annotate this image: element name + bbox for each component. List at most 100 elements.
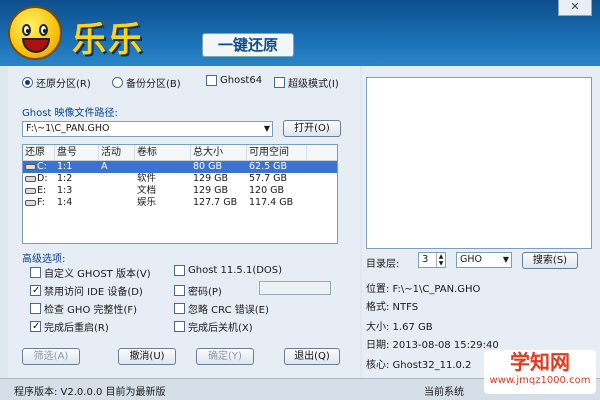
total-size: 127.7 GB [193, 197, 238, 208]
check-gho-checkbox[interactable]: 检查 GHO 完整性(F) [30, 301, 137, 316]
free-space: 57.7 GB [249, 173, 288, 184]
radio-indicator[interactable] [112, 77, 123, 88]
dir-level-value: 3 [422, 254, 429, 265]
file-format: 格式: NTFS [366, 302, 419, 313]
checkbox-box[interactable] [30, 303, 41, 314]
open-button[interactable]: 打开(O) [283, 120, 341, 137]
table-row[interactable]: F: 1:4 娱乐 127.7 GB 117.4 GB [23, 197, 337, 209]
free-space: 120 GB [249, 185, 285, 196]
checkbox-box[interactable] [30, 285, 41, 296]
col-restore: 还原 [23, 145, 55, 160]
table-row[interactable]: E: 1:3 文档 129 GB 120 GB [23, 185, 337, 197]
table-row[interactable]: C: 1:1 A 80 GB 62.5 GB [23, 161, 337, 173]
spinner-arrows-icon[interactable]: ▲ ▼ [436, 253, 445, 267]
app-subtitle: 一键还原 [202, 33, 294, 57]
title-bar: 乐乐 一键还原 ✕ [0, 0, 600, 66]
volume-label: 文档 [137, 185, 157, 196]
active-flag [99, 185, 135, 197]
col-free-space: 可用空间 [247, 145, 307, 160]
watermark-title: 学知网 [510, 350, 570, 374]
disable-ide-checkbox[interactable]: 禁用访问 IDE 设备(D) [30, 283, 143, 298]
total-size: 129 GB [193, 185, 229, 196]
extension-value: GHO [460, 254, 482, 265]
password-checkbox[interactable]: 密码(P) [174, 283, 222, 298]
search-button[interactable]: 搜索(S) [522, 252, 578, 269]
ghost-core: 核心: Ghost32_11.0.2 [366, 360, 472, 371]
checkbox-box[interactable] [174, 303, 185, 314]
disk-icon [25, 163, 36, 170]
ghost-path-label: Ghost 映像文件路径: [22, 108, 118, 119]
radio-indicator[interactable] [22, 77, 33, 88]
version-text: 程序版本: V2.0.0.0 目前为最新版 [14, 387, 166, 398]
file-date: 日期: 2013-08-08 15:29:40 [366, 340, 499, 351]
drive-letter: D: [37, 173, 48, 184]
reboot-checkbox[interactable]: 完成后重启(R) [30, 319, 109, 334]
password-input[interactable] [259, 281, 331, 295]
ignore-crc-label: 忽略 CRC 错误(E) [188, 305, 269, 316]
dropdown-arrow-icon[interactable]: ▼ [264, 122, 270, 136]
shutdown-checkbox[interactable]: 完成后关机(X) [174, 319, 253, 334]
smiley-logo-icon [8, 6, 62, 60]
col-total-size: 总大小 [191, 145, 247, 160]
table-row[interactable]: D: 1:2 软件 129 GB 57.7 GB [23, 173, 337, 185]
preview-panel [366, 77, 592, 249]
custom-ghost-checkbox[interactable]: 自定义 GHOST 版本(V) [30, 265, 151, 280]
disk-icon [25, 187, 36, 194]
volume-label: 软件 [137, 173, 157, 184]
exit-button[interactable]: 退出(Q) [284, 348, 340, 365]
watermark-url: www.jmqz1000.com [489, 375, 591, 386]
checkbox-box[interactable] [206, 75, 217, 86]
watermark-logo: 学知网 www.jmqz1000.com [484, 350, 596, 394]
ghost64-checkbox[interactable]: Ghost64 [206, 75, 262, 86]
volume-label: 娱乐 [137, 197, 157, 208]
table-header: 还原 盘号 活动 卷标 总大小 可用空间 [23, 145, 337, 161]
drive-letter: C: [37, 161, 47, 172]
drive-letter: E: [37, 185, 47, 196]
dir-level-spinner[interactable]: 3 ▲ ▼ [418, 252, 446, 268]
checkbox-box[interactable] [174, 321, 185, 332]
ignore-crc-checkbox[interactable]: 忽略 CRC 错误(E) [174, 301, 269, 316]
advanced-options-title: 高级选项: [22, 254, 66, 265]
total-size: 129 GB [193, 173, 229, 184]
cancel-button[interactable]: 撤消(U) [118, 348, 176, 365]
checkbox-box[interactable] [30, 267, 41, 278]
ghost-path-combobox[interactable]: F:\~1\C_PAN.GHO ▼ [22, 121, 273, 137]
ok-button[interactable]: 确定(Y) [196, 348, 254, 365]
disk-icon [25, 199, 36, 206]
shutdown-label: 完成后关机(X) [188, 323, 253, 334]
disk-number: 1:4 [57, 197, 73, 208]
disk-number: 1:1 [57, 161, 73, 172]
ghost-dos-checkbox[interactable]: Ghost 11.5.1(DOS) [174, 265, 282, 276]
disable-ide-label: 禁用访问 IDE 设备(D) [44, 287, 143, 298]
free-space: 62.5 GB [249, 161, 288, 172]
dropdown-arrow-icon[interactable]: ▼ [503, 253, 509, 267]
disk-icon [25, 175, 36, 182]
checkbox-box[interactable] [30, 321, 41, 332]
disk-number: 1:3 [57, 185, 73, 196]
restore-radio[interactable]: 还原分区(R) [22, 75, 91, 90]
filter-button[interactable]: 筛选(A) [22, 348, 80, 365]
checkbox-box[interactable] [174, 265, 185, 276]
partition-table[interactable]: 还原 盘号 活动 卷标 总大小 可用空间 C: 1:1 A 80 GB 62.5… [22, 144, 338, 244]
active-flag [99, 197, 135, 209]
active-flag: A [101, 161, 108, 172]
right-panel: 目录层: 3 ▲ ▼ GHO ▼ 搜索(S) 位置: F:\~1\C_PAN.GH… [362, 66, 600, 378]
extension-combobox[interactable]: GHO ▼ [456, 252, 512, 268]
free-space: 117.4 GB [249, 197, 294, 208]
super-mode-label: 超级模式(I) [288, 79, 339, 90]
super-mode-checkbox[interactable]: 超级模式(I) [274, 75, 339, 90]
current-system-text: 当前系统 [424, 387, 464, 398]
col-volume-label: 卷标 [135, 145, 191, 160]
check-gho-label: 检查 GHO 完整性(F) [44, 305, 138, 316]
col-disk-number: 盘号 [55, 145, 99, 160]
close-button[interactable]: ✕ [558, 0, 592, 16]
col-active: 活动 [99, 145, 135, 160]
file-size: 大小: 1.67 GB [366, 322, 433, 333]
app-title: 乐乐 [72, 20, 144, 60]
password-label: 密码(P) [188, 287, 222, 298]
main-panel: 还原分区(R) 备份分区(B) Ghost64 超级模式(I) Ghost 映像… [8, 66, 360, 378]
checkbox-box[interactable] [274, 77, 285, 88]
checkbox-box[interactable] [174, 285, 185, 296]
volume-label [135, 161, 191, 173]
backup-radio[interactable]: 备份分区(B) [112, 75, 181, 90]
